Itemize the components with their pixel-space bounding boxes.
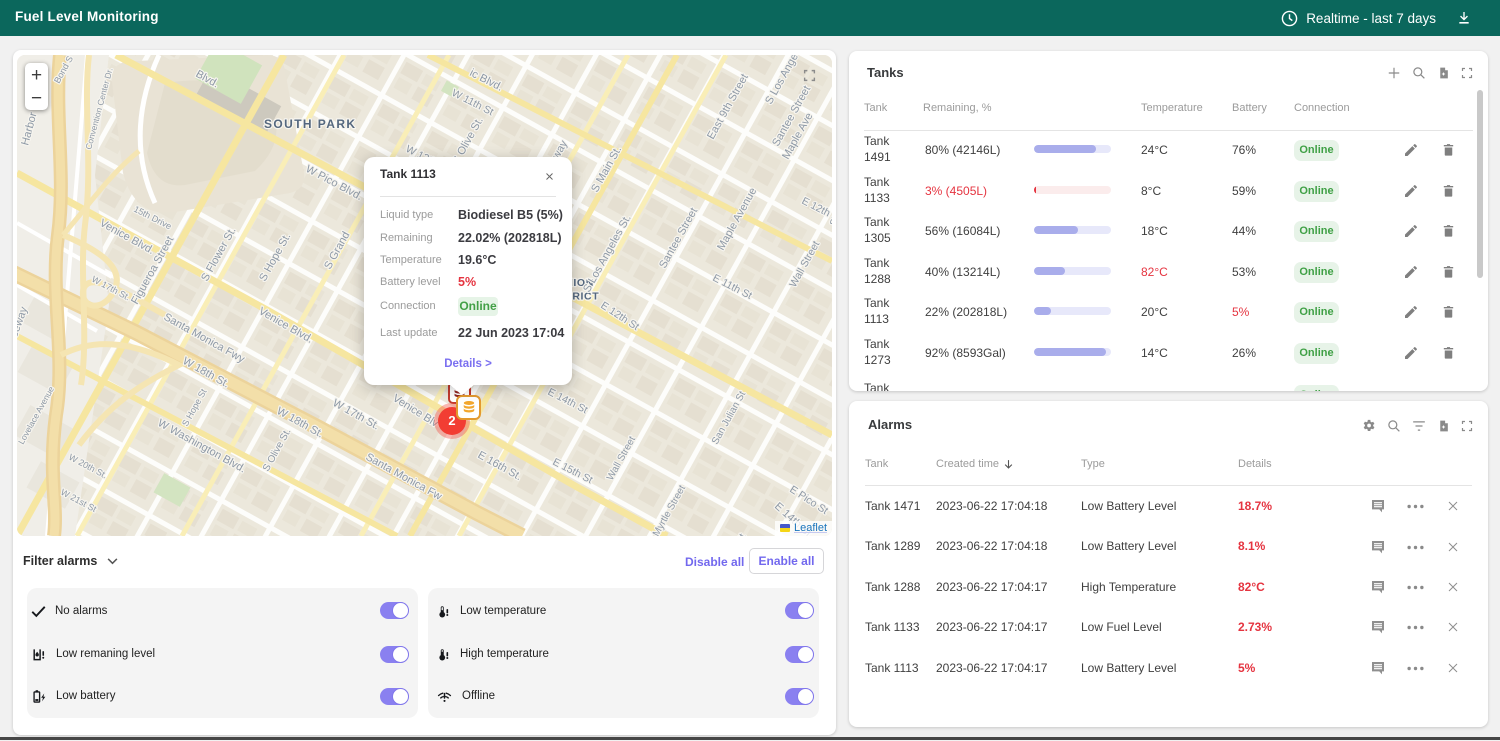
svg-text:SOUTH PARK: SOUTH PARK <box>264 117 356 131</box>
